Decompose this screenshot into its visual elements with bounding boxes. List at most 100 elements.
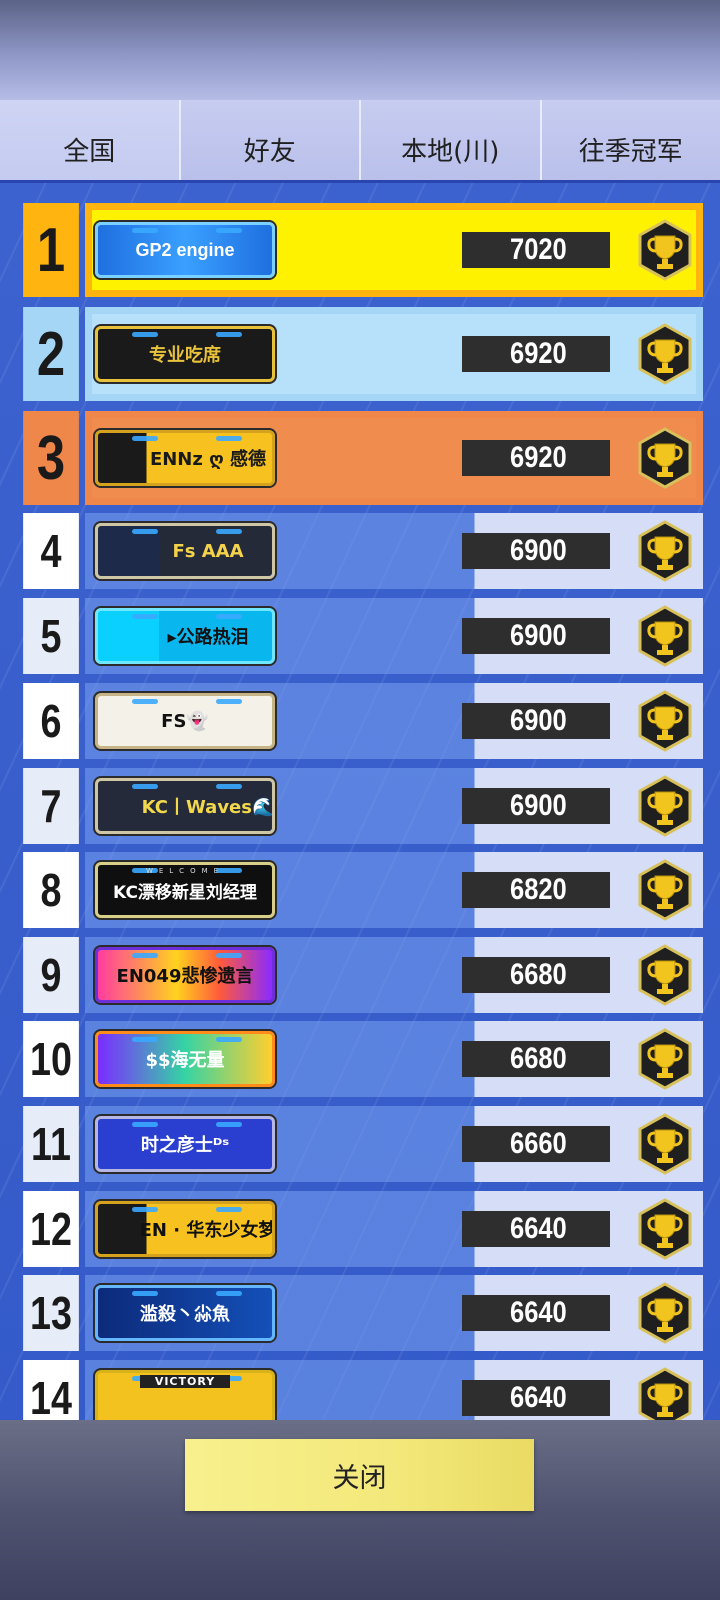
tab-past-champions[interactable]: 往季冠军 [542,100,720,180]
leaderboard-row[interactable]: 9 EN049悲惨遗言 6680 [17,937,703,1013]
leaderboard-row[interactable]: 6 FS👻 6900 [17,683,703,759]
plate-lug [216,953,242,958]
player-nameplate[interactable]: KC漂移新星刘经理 WELCOME [95,862,275,918]
score-text: 6900 [510,534,567,567]
trophy-icon [637,1028,693,1090]
score-text: 6640 [510,1296,567,1329]
trophy-icon [637,944,693,1006]
score-text: 6820 [510,873,567,906]
rank-number: 7 [23,768,79,844]
player-name: ▸公路热泪 [167,627,249,648]
player-name: FS👻 [161,710,209,732]
score-text: 6900 [510,704,567,737]
trophy-icon [637,690,693,752]
plate-lug [132,529,158,534]
leaderboard-row[interactable]: 14 VICTORY 6640 [17,1360,703,1420]
score-text: 6680 [510,1042,567,1075]
plate-lug [132,436,158,441]
player-name: KC丨Waves🌊 [141,797,275,818]
trophy-icon [637,323,693,385]
rank-number: 2 [23,307,79,401]
score-value: 6920 [462,440,610,476]
player-name: Fs AAA [172,540,244,562]
plate-lug [132,614,158,619]
player-nameplate[interactable]: 时之彦士ᴰˢ [95,1116,275,1172]
leaderboard-row[interactable]: 4 Fs AAA 6900 [17,513,703,589]
close-button[interactable]: 关闭 [185,1439,534,1511]
trophy-icon [637,1282,693,1344]
trophy-icon [637,520,693,582]
score-text: 6900 [510,619,567,652]
rank-number: 9 [23,937,79,1013]
player-name: 专业吃席 [149,345,221,366]
leaderboard-row[interactable]: 1 GP2 engine 7020 [17,203,703,297]
score-value: 6900 [462,618,610,654]
leaderboard-row[interactable]: 7 KC丨Waves🌊 6900 [17,768,703,844]
leaderboard-tabs: 全国 好友 本地(川) 往季冠军 [0,100,720,183]
player-nameplate[interactable]: EN049悲惨遗言 [95,947,275,1003]
player-nameplate[interactable]: 滥殺丶尛魚 [95,1285,275,1341]
plate-lug [216,529,242,534]
leaderboard-row[interactable]: 11 时之彦士ᴰˢ 6660 [17,1106,703,1182]
plate-lug [132,1037,158,1042]
plate-lug [216,436,242,441]
trophy-icon [637,1367,693,1420]
leaderboard-row[interactable]: 10 $$海无量 6680 [17,1021,703,1097]
leaderboard-row[interactable]: 13 滥殺丶尛魚 6640 [17,1275,703,1351]
rank-number: 11 [23,1106,79,1182]
rank-number: 3 [23,411,79,505]
player-nameplate[interactable]: EN · 华东少女梦 [95,1201,275,1257]
plate-lug [216,1291,242,1296]
score-value: 6900 [462,788,610,824]
plate-lug [132,699,158,704]
leaderboard-row[interactable]: 12 EN · 华东少女梦 6640 [17,1191,703,1267]
player-nameplate[interactable]: GP2 engine [95,222,275,278]
tab-local[interactable]: 本地(川) [361,100,542,180]
plate-lug [216,699,242,704]
trophy-icon [637,1113,693,1175]
plate-lug [132,953,158,958]
player-name: EN049悲惨遗言 [116,966,254,987]
plate-lug [132,1207,158,1212]
rank-number: 14 [23,1360,79,1420]
score-value: 6900 [462,703,610,739]
plate-lug [216,332,242,337]
score-value: 6640 [462,1380,610,1416]
leaderboard-list[interactable]: 1 GP2 engine 7020 2 专业吃席 6920 3 ENNz ღ 感德 6920… [0,183,720,1420]
score-value: 6920 [462,336,610,372]
player-nameplate[interactable]: ▸公路热泪 [95,608,275,664]
rank-number: 12 [23,1191,79,1267]
trophy-icon [637,859,693,921]
leaderboard-row[interactable]: 5 ▸公路热泪 6900 [17,598,703,674]
plate-lug [216,784,242,789]
trophy-icon [637,1198,693,1260]
score-text: 6680 [510,958,567,991]
score-value: 6680 [462,957,610,993]
plate-lug [132,1122,158,1127]
leaderboard-row[interactable]: 8 KC漂移新星刘经理 WELCOME 6820 [17,852,703,928]
score-text: 6640 [510,1381,567,1414]
player-nameplate[interactable]: VICTORY [95,1370,275,1420]
tab-friends[interactable]: 好友 [181,100,361,180]
trophy-icon [637,775,693,837]
player-nameplate[interactable]: FS👻 [95,693,275,749]
leaderboard-row[interactable]: 2 专业吃席 6920 [17,307,703,401]
rank-number: 8 [23,852,79,928]
score-value: 6820 [462,872,610,908]
player-nameplate[interactable]: 专业吃席 [95,326,275,382]
player-nameplate[interactable]: Fs AAA [95,523,275,579]
player-nameplate[interactable]: $$海无量 [95,1031,275,1087]
player-name: $$海无量 [145,1050,225,1071]
player-name: 时之彦士ᴰˢ [140,1135,230,1156]
score-value: 6640 [462,1295,610,1331]
player-name: EN · 华东少女梦 [139,1220,275,1241]
plate-lug [216,1207,242,1212]
trophy-icon [637,605,693,667]
footer: 关闭 [0,1420,720,1600]
player-nameplate[interactable]: KC丨Waves🌊 [95,778,275,834]
tab-national[interactable]: 全国 [0,100,181,180]
player-name: GP2 engine [135,239,235,260]
score-value: 6680 [462,1041,610,1077]
player-nameplate[interactable]: ENNz ღ 感德 [95,430,275,486]
leaderboard-row[interactable]: 3 ENNz ღ 感德 6920 [17,411,703,505]
